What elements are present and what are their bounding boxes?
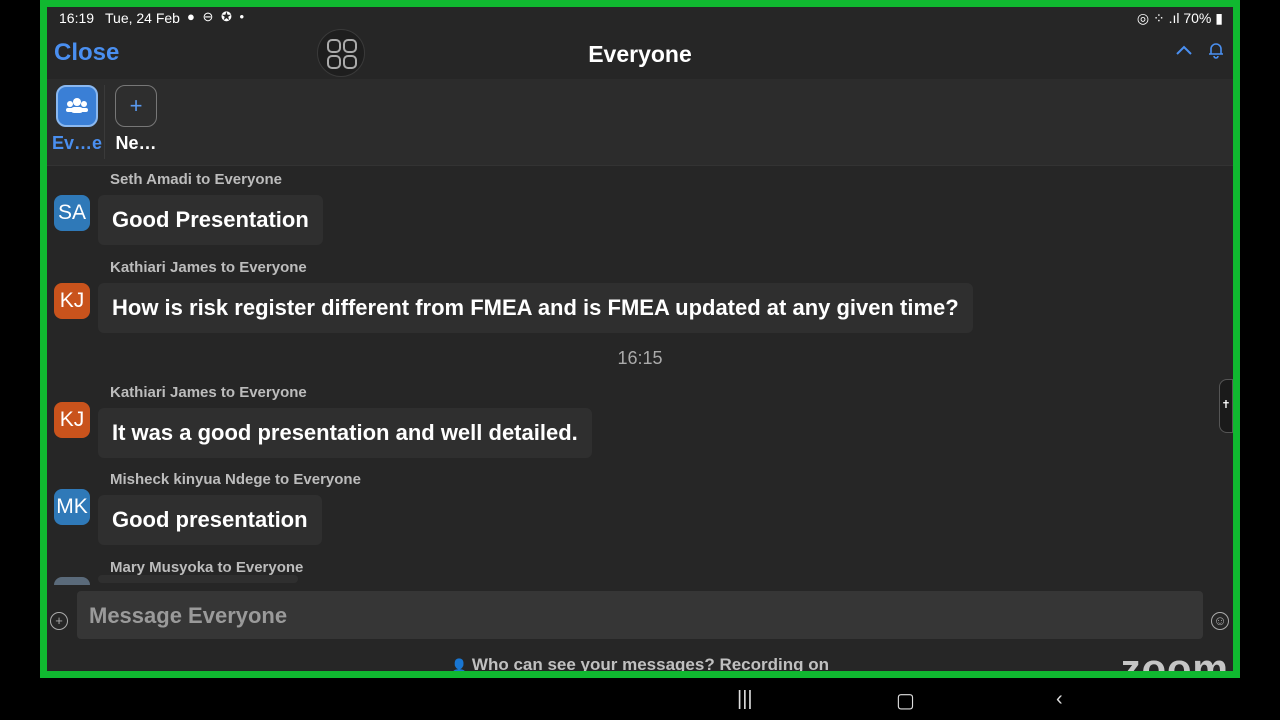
time-separator: 16:15 xyxy=(617,348,663,368)
battery-icon: ▮ xyxy=(1215,10,1223,26)
battery-level: 70% xyxy=(1183,10,1212,26)
notification-icons: ● ⊖ ✪ • xyxy=(187,9,247,24)
tab-everyone[interactable]: Ev…e xyxy=(47,85,107,154)
add-attachment-icon[interactable]: + xyxy=(50,612,68,630)
message-input[interactable] xyxy=(87,591,1191,641)
tab-label: Ev…e xyxy=(51,133,103,153)
accessibility-handle[interactable]: ✝ xyxy=(1219,379,1233,433)
avatar: KJ xyxy=(54,283,90,319)
group-icon xyxy=(56,85,98,127)
privacy-notice-text: Who can see your messages? Recording on xyxy=(471,655,829,674)
message-list: Seth Amadi to Everyone SA Good Presentat… xyxy=(47,165,1233,585)
message-bubble[interactable]: How is risk register different from FMEA… xyxy=(98,283,973,333)
message-bubble[interactable] xyxy=(98,575,298,583)
emoji-icon[interactable]: ☺ xyxy=(1211,612,1229,630)
page-title: Everyone xyxy=(588,41,692,67)
message-sender: Kathiari James to Everyone xyxy=(110,384,307,401)
message-composer xyxy=(77,591,1203,641)
tab-new-chat[interactable]: + Ne… xyxy=(106,85,166,154)
system-nav-bar: ||| ▢ ‹ xyxy=(40,678,1240,720)
avatar: MK xyxy=(54,489,90,525)
zoom-logo: zoom xyxy=(1120,647,1229,678)
accessibility-icon: ✝ xyxy=(1221,399,1231,411)
status-date: Tue, 24 Feb xyxy=(105,10,180,26)
back-icon[interactable]: ‹ xyxy=(1056,688,1063,711)
avatar xyxy=(54,577,90,585)
recent-apps-icon[interactable]: ||| xyxy=(737,688,753,711)
message-sender: Mary Musyoka to Everyone xyxy=(110,559,304,576)
tab-divider xyxy=(104,85,105,159)
chat-header: Close Everyone xyxy=(47,29,1233,79)
message-sender: Seth Amadi to Everyone xyxy=(110,171,282,188)
plus-icon: + xyxy=(115,85,157,127)
privacy-notice[interactable]: 👤 Who can see your messages? Recording o… xyxy=(47,655,1233,674)
message-bubble[interactable]: It was a good presentation and well deta… xyxy=(98,408,592,458)
status-bar: 16:19 Tue, 24 Feb ● ⊖ ✪ • ◎ ⁘ .ıl 70% ▮ xyxy=(47,7,1233,29)
signal-icon: ◎ ⁘ .ıl xyxy=(1136,10,1180,26)
status-right: ◎ ⁘ .ıl 70% ▮ xyxy=(1137,10,1223,27)
header-actions xyxy=(1175,41,1225,59)
message-sender: Kathiari James to Everyone xyxy=(110,259,307,276)
message-bubble[interactable]: Good Presentation xyxy=(98,195,323,245)
avatar: KJ xyxy=(54,402,90,438)
app-window: 16:19 Tue, 24 Feb ● ⊖ ✪ • ◎ ⁘ .ıl 70% ▮ … xyxy=(40,0,1240,678)
chevron-up-icon[interactable] xyxy=(1175,44,1193,56)
bell-icon[interactable] xyxy=(1207,41,1225,59)
message-sender: Misheck kinyua Ndege to Everyone xyxy=(110,471,361,488)
home-icon[interactable]: ▢ xyxy=(896,688,915,713)
message-bubble[interactable]: Good presentation xyxy=(98,495,322,545)
avatar: SA xyxy=(54,195,90,231)
status-time: 16:19 xyxy=(59,10,95,26)
people-icon: 👤 xyxy=(450,658,468,673)
tab-label: Ne… xyxy=(115,133,157,153)
chat-tabs: Ev…e + Ne… xyxy=(47,79,1233,166)
